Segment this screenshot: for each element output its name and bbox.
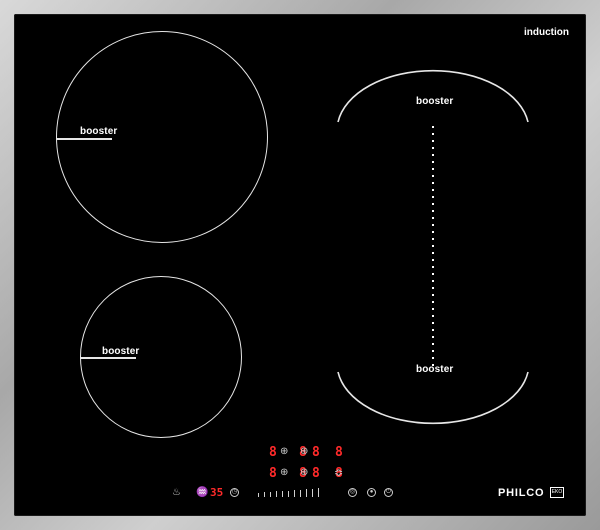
booster-line-bottom-left xyxy=(80,357,136,359)
display-zone-5: 8 xyxy=(269,466,277,481)
pan-icon[interactable]: ♨ xyxy=(172,488,181,498)
booster-label-flex-bottom: booster xyxy=(416,364,454,375)
lock-icon[interactable]: ◎ xyxy=(348,488,357,497)
display-zone-4: 8 xyxy=(335,445,343,460)
flex-zone[interactable] xyxy=(324,32,544,452)
bridge-icon[interactable]: ≎ xyxy=(334,468,343,479)
display-zone-1: 8 xyxy=(269,445,277,460)
display-zone-7: 8 xyxy=(312,466,320,481)
zone-select-icon[interactable]: ⊕ xyxy=(280,447,288,457)
info-icon[interactable]: ● xyxy=(367,488,376,497)
zone-select-icon[interactable]: ⊕ xyxy=(300,468,308,478)
brand-badge: EKO xyxy=(550,487,564,498)
zone-select-icon[interactable]: ⊕ xyxy=(300,447,308,457)
cooktop-frame: induction booster booster booster booste… xyxy=(0,0,600,530)
power-slider[interactable] xyxy=(258,488,328,497)
clock-icon[interactable]: ◷ xyxy=(230,488,239,497)
timer-display: 35 xyxy=(210,486,224,499)
display-zone-3: 8 xyxy=(312,445,320,460)
brand-logo: PHILCO xyxy=(498,487,545,499)
booster-label-flex-top: booster xyxy=(416,96,454,107)
zone-select-icon[interactable]: ⊕ xyxy=(280,468,288,478)
booster-label-top-left: booster xyxy=(80,126,118,137)
booster-label-bottom-left: booster xyxy=(102,346,140,357)
cooking-zone-top-left[interactable] xyxy=(56,31,268,243)
flex-zone-bottom-arc xyxy=(337,371,529,425)
power-icon[interactable]: ⏻ xyxy=(384,488,393,497)
booster-line-top-left xyxy=(56,138,112,140)
pot-icon[interactable]: ♒ xyxy=(196,488,208,498)
glass-surface: induction booster booster booster booste… xyxy=(14,14,586,516)
